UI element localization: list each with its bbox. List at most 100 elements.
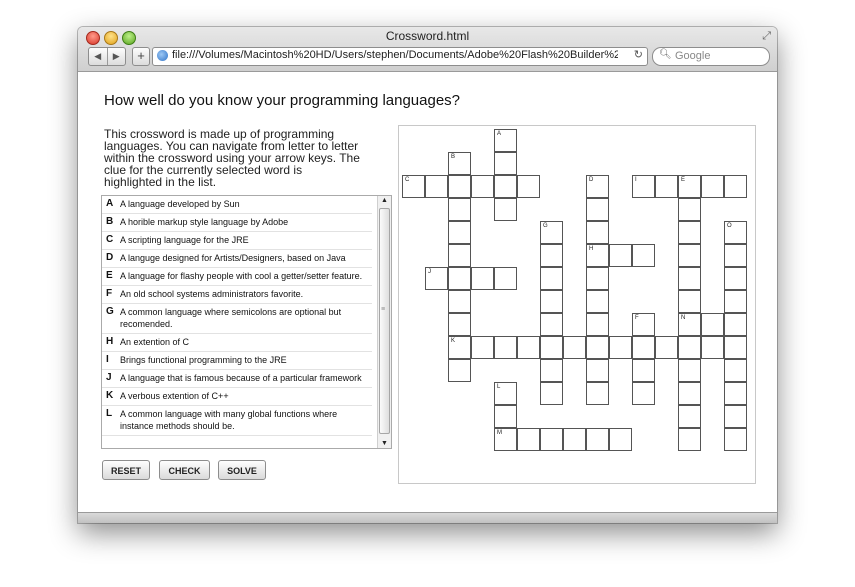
clue-item[interactable]: F An old school systems administrators fa… bbox=[102, 286, 372, 304]
crossword-cell[interactable] bbox=[494, 336, 517, 359]
crossword-cell[interactable] bbox=[678, 267, 701, 290]
crossword-cell[interactable] bbox=[471, 267, 494, 290]
crossword-cell[interactable]: B bbox=[448, 152, 471, 175]
crossword-cell[interactable] bbox=[632, 382, 655, 405]
crossword-cell[interactable]: J bbox=[425, 267, 448, 290]
clue-item[interactable]: E A language for flashy people with cool … bbox=[102, 268, 372, 286]
crossword-cell[interactable] bbox=[724, 336, 747, 359]
crossword-cell[interactable] bbox=[494, 267, 517, 290]
solve-button[interactable]: SOLVE bbox=[218, 460, 266, 480]
crossword-cell[interactable] bbox=[471, 336, 494, 359]
reload-icon[interactable]: ↻ bbox=[634, 48, 643, 61]
crossword-cell[interactable] bbox=[678, 244, 701, 267]
crossword-cell[interactable] bbox=[494, 175, 517, 198]
crossword-cell[interactable] bbox=[724, 175, 747, 198]
forward-icon[interactable]: ▶ bbox=[108, 48, 126, 65]
crossword-cell[interactable] bbox=[448, 244, 471, 267]
clue-item[interactable]: G A common language where semicolons are … bbox=[102, 304, 372, 334]
crossword-cell[interactable] bbox=[448, 221, 471, 244]
crossword-cell[interactable] bbox=[701, 336, 724, 359]
crossword-cell[interactable]: C bbox=[402, 175, 425, 198]
crossword-cell[interactable] bbox=[494, 152, 517, 175]
reset-button[interactable]: RESET bbox=[102, 460, 150, 480]
scroll-up-icon[interactable]: ▲ bbox=[381, 197, 388, 204]
fullscreen-icon[interactable]: ⤢ bbox=[762, 30, 771, 43]
crossword-cell[interactable] bbox=[724, 405, 747, 428]
crossword-cell[interactable] bbox=[494, 405, 517, 428]
crossword-cell[interactable] bbox=[425, 175, 448, 198]
crossword-cell[interactable] bbox=[517, 428, 540, 451]
crossword-cell[interactable] bbox=[517, 175, 540, 198]
clue-item[interactable]: B A horible markup style language by Adob… bbox=[102, 214, 372, 232]
scroll-thumb[interactable] bbox=[379, 208, 390, 434]
crossword-cell[interactable] bbox=[540, 313, 563, 336]
crossword-cell[interactable]: M bbox=[494, 428, 517, 451]
crossword-cell[interactable] bbox=[632, 244, 655, 267]
address-bar[interactable]: file:///Volumes/Macintosh%20HD/Users/ste… bbox=[152, 47, 648, 66]
crossword-cell[interactable] bbox=[678, 428, 701, 451]
crossword-cell[interactable] bbox=[632, 336, 655, 359]
clue-item[interactable]: H An extention of C bbox=[102, 334, 372, 352]
crossword-cell[interactable] bbox=[540, 428, 563, 451]
scroll-down-icon[interactable]: ▼ bbox=[381, 440, 388, 447]
crossword-cell[interactable] bbox=[563, 428, 586, 451]
crossword-cell[interactable] bbox=[540, 244, 563, 267]
crossword-cell[interactable] bbox=[586, 267, 609, 290]
crossword-cell[interactable] bbox=[517, 336, 540, 359]
crossword-cell[interactable] bbox=[563, 336, 586, 359]
crossword-cell[interactable] bbox=[540, 336, 563, 359]
crossword-cell[interactable] bbox=[448, 267, 471, 290]
clue-item[interactable]: A A language developed by Sun bbox=[102, 196, 372, 214]
crossword-cell[interactable] bbox=[632, 359, 655, 382]
crossword-cell[interactable] bbox=[678, 221, 701, 244]
crossword-cell[interactable]: N bbox=[678, 313, 701, 336]
crossword-cell[interactable] bbox=[586, 290, 609, 313]
crossword-cell[interactable] bbox=[724, 290, 747, 313]
crossword-cell[interactable] bbox=[678, 198, 701, 221]
crossword-cell[interactable] bbox=[586, 336, 609, 359]
clue-item[interactable]: L A common language with many global func… bbox=[102, 406, 372, 436]
crossword-cell[interactable] bbox=[678, 382, 701, 405]
crossword-cell[interactable]: H bbox=[586, 244, 609, 267]
clue-scrollbar[interactable]: ▲ ≡ ▼ bbox=[377, 196, 391, 448]
crossword-cell[interactable] bbox=[540, 267, 563, 290]
crossword-cell[interactable] bbox=[448, 198, 471, 221]
crossword-cell[interactable] bbox=[609, 244, 632, 267]
crossword-cell[interactable] bbox=[448, 313, 471, 336]
search-field[interactable]: 🔍︎ Google bbox=[652, 47, 770, 66]
crossword-cell[interactable]: K bbox=[448, 336, 471, 359]
crossword-cell[interactable] bbox=[724, 267, 747, 290]
crossword-cell[interactable]: A bbox=[494, 129, 517, 152]
crossword-cell[interactable] bbox=[448, 359, 471, 382]
clue-item[interactable]: I Brings functional programming to the JR… bbox=[102, 352, 372, 370]
clue-list[interactable]: A A language developed by Sun B A horible m… bbox=[101, 195, 392, 449]
crossword-cell[interactable]: L bbox=[494, 382, 517, 405]
crossword-cell[interactable] bbox=[701, 175, 724, 198]
crossword-cell[interactable] bbox=[448, 175, 471, 198]
add-bookmark-button[interactable]: + bbox=[132, 47, 150, 66]
clue-item[interactable]: K A verbous extention of C++ bbox=[102, 388, 372, 406]
crossword-cell[interactable] bbox=[609, 336, 632, 359]
crossword-cell[interactable] bbox=[586, 198, 609, 221]
crossword-cell[interactable] bbox=[586, 221, 609, 244]
crossword-cell[interactable] bbox=[586, 359, 609, 382]
url-text[interactable]: file:///Volumes/Macintosh%20HD/Users/ste… bbox=[172, 49, 618, 61]
crossword-cell[interactable] bbox=[471, 175, 494, 198]
crossword-cell[interactable] bbox=[724, 244, 747, 267]
clue-item[interactable]: J A language that is famous because of a … bbox=[102, 370, 372, 388]
crossword-cell[interactable]: G bbox=[540, 221, 563, 244]
crossword-cell[interactable] bbox=[586, 382, 609, 405]
crossword-cell[interactable] bbox=[655, 175, 678, 198]
crossword-cell[interactable]: F bbox=[632, 313, 655, 336]
crossword-cell[interactable] bbox=[678, 405, 701, 428]
crossword-cell[interactable] bbox=[701, 313, 724, 336]
check-button[interactable]: CHECK bbox=[159, 460, 210, 480]
crossword-cell[interactable] bbox=[678, 290, 701, 313]
crossword-cell[interactable] bbox=[724, 382, 747, 405]
crossword-cell[interactable] bbox=[494, 198, 517, 221]
clue-item[interactable]: C A scripting language for the JRE bbox=[102, 232, 372, 250]
back-icon[interactable]: ◀ bbox=[89, 48, 108, 65]
crossword-cell[interactable] bbox=[586, 428, 609, 451]
crossword-cell[interactable] bbox=[724, 313, 747, 336]
crossword-cell[interactable] bbox=[540, 359, 563, 382]
